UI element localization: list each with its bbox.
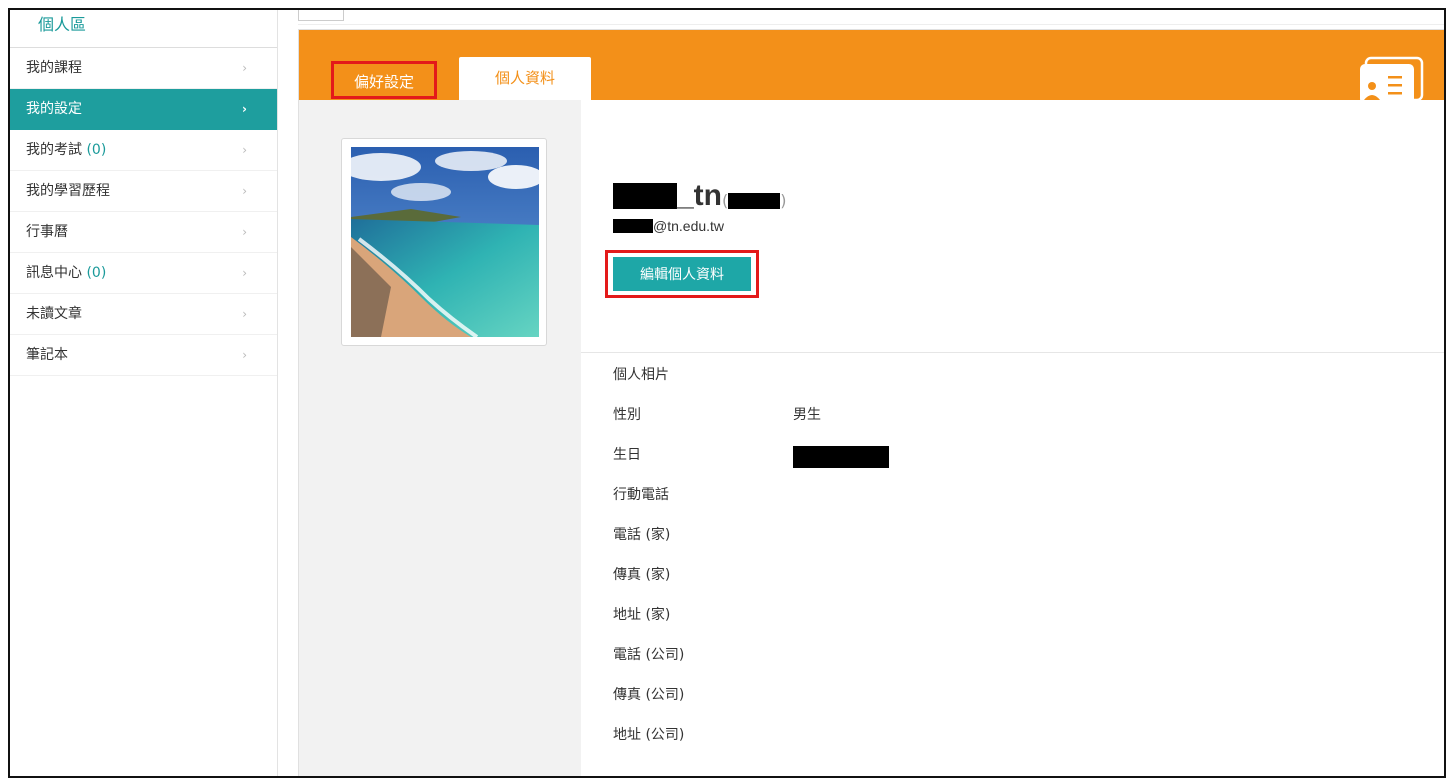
info-label: 生日 [613, 447, 641, 463]
sidebar-item-label: 我的學習歷程 [26, 183, 110, 199]
sidebar-item-learning-history[interactable]: 我的學習歷程 › [10, 171, 277, 212]
top-strip [298, 10, 1444, 25]
sidebar-item-calendar[interactable]: 行事曆 › [10, 212, 277, 253]
contact-card-icon [1360, 56, 1424, 102]
chevron-right-icon: › [242, 61, 247, 75]
info-row-mobile: 行動電話 [613, 475, 1413, 515]
chevron-right-icon: › [242, 143, 247, 157]
info-row-office-fax: 傳真 (公司) [613, 675, 1413, 715]
sidebar-title: 個人區 [10, 10, 277, 48]
sidebar-item-label: 訊息中心 [26, 265, 87, 281]
edit-profile-button[interactable]: 編輯個人資料 [613, 257, 751, 291]
profile-content: _tn ( ) @tn.edu.tw 編輯個人資料 個人相片 性別 男生 生日 … [581, 100, 1444, 776]
info-label: 地址 (家) [613, 607, 671, 623]
info-label: 性別 [613, 407, 641, 423]
profile-photo-frame[interactable] [341, 138, 547, 346]
redacted-block [793, 446, 889, 468]
info-row-office-address: 地址 (公司) [613, 715, 1413, 755]
settings-panel: 偏好設定 個人資料 _tn () @tn.edu.tw 編輯個人資料 個人相片… [298, 29, 1444, 776]
email: @tn.edu.tw [653, 218, 725, 234]
photo-column [299, 100, 581, 776]
redacted-block [728, 193, 781, 209]
info-label: 個人相片 [613, 367, 669, 383]
redacted-block [613, 183, 677, 209]
info-row-home-phone: 電話 (家) [613, 515, 1413, 555]
sidebar-item-label: 我的課程 [26, 60, 82, 76]
sidebar-item-unread-posts[interactable]: 未讀文章 › [10, 294, 277, 335]
profile-photo [351, 147, 539, 337]
chevron-right-icon: › [242, 225, 247, 239]
info-row-photo: 個人相片 [613, 355, 1413, 395]
sidebar-item-label: 筆記本 [26, 347, 68, 363]
tab-profile[interactable]: 個人資料 [459, 57, 591, 100]
profile-header: _tn ( ) @tn.edu.tw 編輯個人資料 [581, 100, 1444, 353]
chevron-right-icon: › [242, 184, 247, 198]
username-row: _tn ( ) [613, 172, 787, 212]
info-label: 電話 (公司) [613, 647, 685, 663]
info-row-home-fax: 傳真 (家) [613, 555, 1413, 595]
info-label: 傳真 (公司) [613, 687, 685, 703]
app-frame: 個人區 我的課程 › 我的設定 › 我的考試 (0) › 我的學習歷程 › 行事… [8, 8, 1446, 778]
sidebar: 個人區 我的課程 › 我的設定 › 我的考試 (0) › 我的學習歷程 › 行事… [10, 10, 278, 776]
chevron-right-icon: › [242, 348, 247, 362]
sidebar-item-message-center[interactable]: 訊息中心 (0) › [10, 253, 277, 294]
info-row-birthday: 生日 [613, 435, 1413, 475]
info-label: 傳真 (家) [613, 567, 671, 583]
chevron-right-icon: › [242, 266, 247, 280]
sidebar-item-label: 我的考試 [26, 142, 87, 158]
tab-preferences[interactable]: 偏好設定 [331, 61, 437, 99]
info-value: 男生 [793, 407, 821, 423]
info-row-home-address: 地址 (家) [613, 595, 1413, 635]
email-row: @tn.edu.tw [613, 218, 724, 234]
sidebar-item-my-courses[interactable]: 我的課程 › [10, 48, 277, 89]
sidebar-item-count: (0) [86, 265, 107, 281]
chevron-right-icon: › [242, 102, 247, 116]
sidebar-menu: 我的課程 › 我的設定 › 我的考試 (0) › 我的學習歷程 › 行事曆 › … [10, 48, 277, 376]
sidebar-item-label: 我的設定 [26, 101, 82, 117]
tab-bar: 偏好設定 個人資料 [299, 30, 1444, 102]
edit-highlight: 編輯個人資料 [605, 250, 759, 298]
paren-close: ) [780, 191, 787, 210]
info-label: 地址 (公司) [613, 727, 685, 743]
sidebar-item-count: (0) [86, 142, 107, 158]
info-label: 電話 (家) [613, 527, 671, 543]
redacted-block [613, 219, 653, 233]
info-row-gender: 性別 男生 [613, 395, 1413, 435]
info-label: 行動電話 [613, 487, 669, 503]
top-stub [298, 10, 344, 21]
profile-info-list: 個人相片 性別 男生 生日 行動電話 電話 (家) 傳真 (家) 地址 (家) … [613, 355, 1413, 755]
sidebar-item-label: 未讀文章 [26, 306, 82, 322]
sidebar-item-label: 行事曆 [26, 224, 68, 240]
sidebar-item-notebook[interactable]: 筆記本 › [10, 335, 277, 376]
sidebar-item-my-settings[interactable]: 我的設定 › [10, 89, 277, 130]
sidebar-item-my-exams[interactable]: 我的考試 (0) › [10, 130, 277, 171]
info-row-office-phone: 電話 (公司) [613, 635, 1413, 675]
username: _tn [677, 179, 722, 212]
chevron-right-icon: › [242, 307, 247, 321]
